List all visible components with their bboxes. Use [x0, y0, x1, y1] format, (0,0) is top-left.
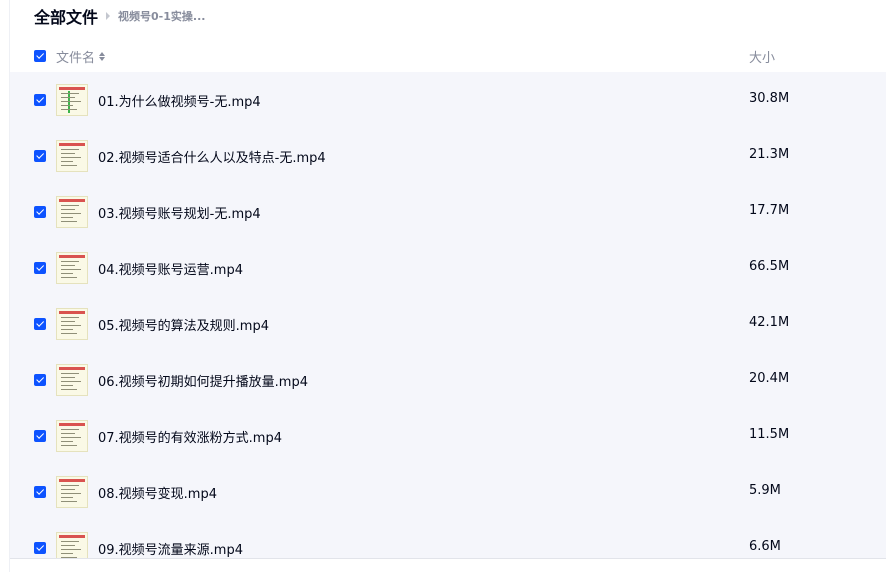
row-checkbox[interactable]	[34, 430, 46, 442]
chevron-right-icon	[106, 12, 111, 20]
file-size: 5.9M	[749, 483, 781, 498]
row-checkbox[interactable]	[34, 150, 46, 162]
column-header-name-label: 文件名	[56, 51, 96, 66]
video-thumbnail-icon[interactable]	[56, 364, 88, 396]
row-checkbox[interactable]	[34, 486, 46, 498]
column-header-name[interactable]: 文件名	[56, 47, 106, 66]
row-checkbox[interactable]	[34, 94, 46, 106]
file-name[interactable]: 06.视频号初期如何提升播放量.mp4	[98, 371, 308, 390]
table-header: 文件名 大小	[10, 40, 886, 72]
list-bottom-divider	[10, 558, 886, 559]
row-checkbox[interactable]	[34, 206, 46, 218]
file-name[interactable]: 03.视频号账号规划-无.mp4	[98, 203, 261, 222]
file-row[interactable]: 03.视频号账号规划-无.mp4 17.7M	[10, 184, 886, 240]
sort-updown-icon[interactable]	[99, 52, 106, 61]
file-name[interactable]: 07.视频号的有效涨粉方式.mp4	[98, 427, 282, 446]
video-thumbnail-icon[interactable]	[56, 196, 88, 228]
file-size: 30.8M	[749, 91, 790, 106]
file-name[interactable]: 02.视频号适合什么人以及特点-无.mp4	[98, 147, 326, 166]
row-checkbox[interactable]	[34, 374, 46, 386]
file-row[interactable]: 06.视频号初期如何提升播放量.mp4 20.4M	[10, 352, 886, 408]
video-thumbnail-icon[interactable]	[56, 252, 88, 284]
file-name[interactable]: 08.视频号变现.mp4	[98, 483, 217, 502]
file-row[interactable]: 02.视频号适合什么人以及特点-无.mp4 21.3M	[10, 128, 886, 184]
file-name[interactable]: 05.视频号的算法及规则.mp4	[98, 315, 269, 334]
file-browser: 全部文件 视频号0-1实操... 文件名 大小 01.为什么做视频号-无.mp4…	[0, 0, 886, 572]
file-row[interactable]: 05.视频号的算法及规则.mp4 42.1M	[10, 296, 886, 352]
file-size: 17.7M	[749, 203, 790, 218]
select-all-checkbox[interactable]	[34, 50, 46, 62]
file-size: 11.5M	[749, 427, 790, 442]
file-row[interactable]: 07.视频号的有效涨粉方式.mp4 11.5M	[10, 408, 886, 464]
file-size: 6.6M	[749, 539, 781, 554]
video-thumbnail-icon[interactable]	[56, 420, 88, 452]
file-size: 21.3M	[749, 147, 790, 162]
video-thumbnail-icon[interactable]	[56, 84, 88, 116]
video-thumbnail-icon[interactable]	[56, 476, 88, 508]
row-checkbox[interactable]	[34, 542, 46, 554]
video-thumbnail-icon[interactable]	[56, 532, 88, 558]
file-name[interactable]: 09.视频号流量来源.mp4	[98, 539, 243, 558]
file-row[interactable]: 04.视频号账号运营.mp4 66.5M	[10, 240, 886, 296]
file-list: 01.为什么做视频号-无.mp4 30.8M 02.视频号适合什么人以及特点-无.m…	[10, 72, 886, 558]
breadcrumb-root-link[interactable]: 全部文件	[34, 4, 98, 28]
video-thumbnail-icon[interactable]	[56, 140, 88, 172]
file-row[interactable]: 01.为什么做视频号-无.mp4 30.8M	[10, 72, 886, 128]
breadcrumb-current-folder: 视频号0-1实操...	[118, 10, 206, 23]
video-thumbnail-icon[interactable]	[56, 308, 88, 340]
file-name[interactable]: 04.视频号账号运营.mp4	[98, 259, 243, 278]
column-header-size[interactable]: 大小	[749, 47, 775, 66]
file-row[interactable]: 08.视频号变现.mp4 5.9M	[10, 464, 886, 520]
file-size: 66.5M	[749, 259, 790, 274]
row-checkbox[interactable]	[34, 318, 46, 330]
file-name[interactable]: 01.为什么做视频号-无.mp4	[98, 91, 261, 110]
file-size: 42.1M	[749, 315, 790, 330]
breadcrumb: 全部文件 视频号0-1实操...	[34, 3, 205, 29]
row-checkbox[interactable]	[34, 262, 46, 274]
file-size: 20.4M	[749, 371, 790, 386]
file-row[interactable]: 09.视频号流量来源.mp4 6.6M	[10, 520, 886, 558]
